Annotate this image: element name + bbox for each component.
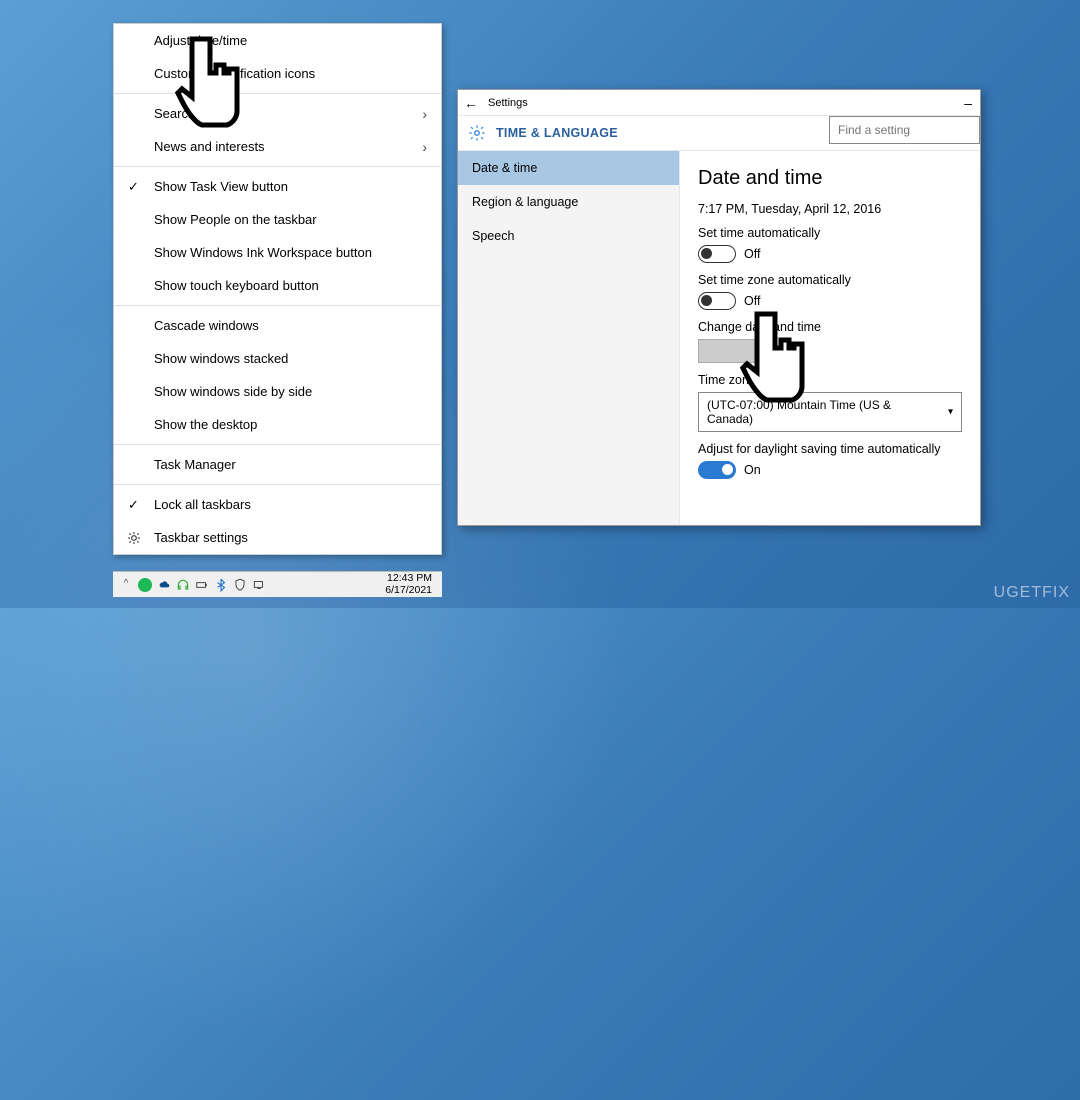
settings-header: TIME & LANGUAGE (458, 116, 980, 150)
headphones-icon[interactable] (176, 578, 190, 592)
sidebar-item-date-time[interactable]: Date & time (458, 151, 679, 185)
ctx-search[interactable]: Search › (114, 97, 441, 130)
chevron-right-icon: › (422, 106, 427, 122)
ctx-label: News and interests (154, 139, 265, 154)
ctx-show-people[interactable]: Show People on the taskbar (114, 203, 441, 236)
set-tz-auto-label: Set time zone automatically (698, 273, 962, 287)
bluetooth-icon[interactable] (214, 578, 228, 592)
settings-sidebar: Date & time Region & language Speech (458, 151, 680, 525)
settings-body: Date & time Region & language Speech Dat… (458, 150, 980, 525)
set-time-auto-toggle[interactable] (698, 245, 736, 263)
toggle-state: On (744, 463, 761, 477)
window-title: Settings (488, 97, 528, 109)
gear-icon (468, 124, 486, 142)
dst-label: Adjust for daylight saving time automati… (698, 442, 962, 456)
set-tz-auto-toggle[interactable] (698, 292, 736, 310)
ctx-stacked[interactable]: Show windows stacked (114, 342, 441, 375)
taskbar-context-menu: Adjust date/time Customize notification … (113, 23, 442, 555)
ctx-show-desktop[interactable]: Show the desktop (114, 408, 441, 441)
settings-search-input[interactable] (829, 116, 980, 144)
ctx-label: Show Task View button (154, 179, 288, 194)
change-date-time-label: Change date and time (698, 320, 962, 334)
check-icon: ✓ (128, 179, 139, 195)
change-button[interactable] (698, 339, 766, 363)
separator (114, 93, 441, 94)
network-icon[interactable] (252, 578, 266, 592)
spotify-icon[interactable] (138, 578, 152, 592)
current-datetime: 7:17 PM, Tuesday, April 12, 2016 (698, 202, 962, 216)
chevron-right-icon: › (422, 139, 427, 155)
taskbar-clock[interactable]: 12:43 PM 6/17/2021 (385, 573, 436, 596)
ctx-label: Search (154, 106, 195, 121)
ctx-lock-taskbars[interactable]: ✓ Lock all taskbars (114, 488, 441, 521)
sidebar-item-speech[interactable]: Speech (458, 219, 679, 253)
sidebar-item-region-language[interactable]: Region & language (458, 185, 679, 219)
minimize-icon[interactable]: – (964, 95, 972, 111)
ctx-news-interests[interactable]: News and interests › (114, 130, 441, 163)
security-icon[interactable] (233, 578, 247, 592)
time-zone-select[interactable]: (UTC-07:00) Mountain Time (US & Canada) … (698, 392, 962, 432)
settings-window: ← Settings – TIME & LANGUAGE Date & time… (457, 89, 981, 526)
time-zone-label: Time zone (698, 373, 962, 387)
gear-icon (127, 531, 141, 545)
ctx-cascade-windows[interactable]: Cascade windows (114, 309, 441, 342)
tray-icons: ^ (119, 578, 266, 592)
ctx-label: Lock all taskbars (154, 497, 251, 512)
chevron-down-icon: ▾ (948, 407, 953, 418)
ctx-customize-notification-icons[interactable]: Customize notification icons (114, 57, 441, 90)
separator (114, 166, 441, 167)
separator (114, 444, 441, 445)
ctx-show-ink-workspace[interactable]: Show Windows Ink Workspace button (114, 236, 441, 269)
separator (114, 484, 441, 485)
settings-content: Date and time 7:17 PM, Tuesday, April 12… (680, 151, 980, 525)
back-button[interactable]: ← (464, 95, 478, 111)
toggle-state: Off (744, 247, 760, 261)
page-title: Date and time (698, 167, 962, 190)
chevron-up-icon[interactable]: ^ (119, 578, 133, 592)
separator (114, 305, 441, 306)
dst-toggle[interactable] (698, 461, 736, 479)
taskbar-time: 12:43 PM (385, 573, 432, 585)
set-time-auto-label: Set time automatically (698, 226, 962, 240)
taskbar-date: 6/17/2021 (385, 585, 432, 597)
titlebar[interactable]: ← Settings – (458, 90, 980, 116)
taskbar: ^ 12:43 PM 6/17/2021 (113, 571, 442, 597)
watermark: UGETFIX (994, 584, 1070, 602)
toggle-state: Off (744, 294, 760, 308)
ctx-adjust-date-time[interactable]: Adjust date/time (114, 24, 441, 57)
category-title: TIME & LANGUAGE (496, 126, 618, 140)
onedrive-icon[interactable] (157, 578, 171, 592)
ctx-show-task-view[interactable]: ✓ Show Task View button (114, 170, 441, 203)
ctx-show-touch-keyboard[interactable]: Show touch keyboard button (114, 269, 441, 302)
ctx-label: Taskbar settings (154, 530, 248, 545)
time-zone-value: (UTC-07:00) Mountain Time (US & Canada) (707, 398, 891, 426)
ctx-taskbar-settings[interactable]: Taskbar settings (114, 521, 441, 554)
ctx-task-manager[interactable]: Task Manager (114, 448, 441, 481)
ctx-side-by-side[interactable]: Show windows side by side (114, 375, 441, 408)
check-icon: ✓ (128, 497, 139, 513)
battery-icon[interactable] (195, 578, 209, 592)
